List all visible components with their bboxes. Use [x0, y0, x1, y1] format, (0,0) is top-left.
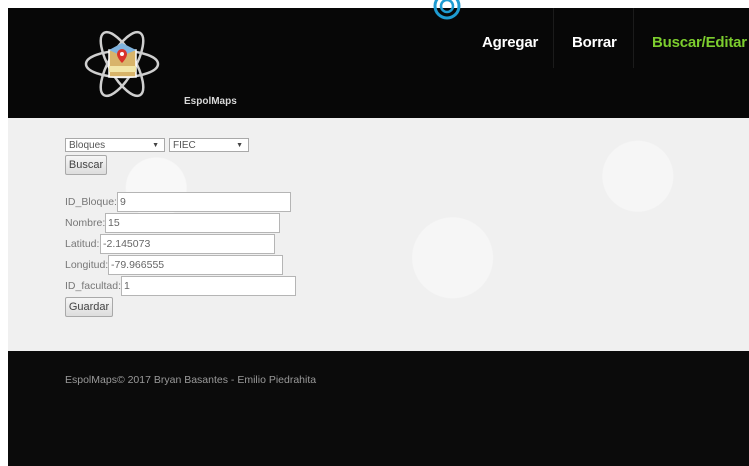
chevron-down-icon: ▼ [236, 142, 243, 149]
nav-buscar-editar-link[interactable]: Buscar/Editar [652, 34, 747, 51]
nav-separator [553, 8, 554, 68]
power-icon[interactable] [432, 0, 462, 20]
latitud-field[interactable]: -2.145073 [100, 234, 275, 254]
faculty-select[interactable]: FIEC ▼ [169, 138, 249, 152]
nav-agregar-link[interactable]: Agregar [482, 34, 538, 51]
nav-borrar-link[interactable]: Borrar [572, 34, 617, 51]
buscar-button[interactable]: Buscar [65, 155, 107, 175]
faculty-select-value: FIEC [173, 140, 196, 151]
type-select[interactable]: Bloques ▼ [65, 138, 165, 152]
longitud-label: Longitud: [65, 259, 109, 271]
id-bloque-field[interactable]: 9 [117, 192, 291, 212]
id-facultad-field[interactable]: 1 [121, 276, 296, 296]
nav-separator [633, 8, 634, 68]
longitud-field[interactable]: -79.966555 [108, 255, 283, 275]
id-bloque-label: ID_Bloque: [65, 196, 117, 208]
espolmaps-logo-icon[interactable] [82, 16, 162, 108]
guardar-button[interactable]: Guardar [65, 297, 113, 317]
nombre-field[interactable]: 15 [105, 213, 280, 233]
latitud-label: Latitud: [65, 238, 100, 250]
nombre-label: Nombre: [65, 217, 106, 229]
chevron-down-icon: ▼ [152, 142, 159, 149]
id-facultad-label: ID_facultad: [65, 280, 122, 292]
footer-bar [8, 351, 749, 466]
brand-name: EspolMaps [184, 96, 237, 107]
type-select-value: Bloques [69, 140, 106, 151]
footer-copyright: EspolMaps© 2017 Bryan Basantes - Emilio … [65, 374, 317, 386]
